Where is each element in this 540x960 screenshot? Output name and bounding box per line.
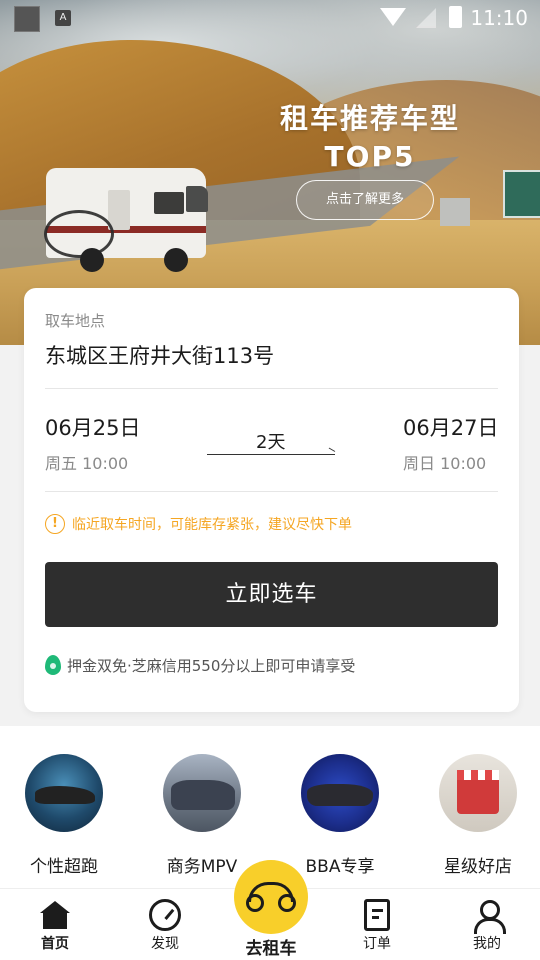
divider [45, 388, 498, 389]
select-car-button[interactable]: 立即选车 [45, 562, 498, 627]
learn-more-button[interactable]: 点击了解更多 [296, 180, 434, 220]
home-icon [39, 899, 71, 931]
stock-warning: ! 临近取车时间，可能库存紧张，建议尽快下单 [45, 514, 352, 534]
category-label: BBA专享 [305, 857, 375, 877]
pickup-label: 取车地点 [45, 312, 106, 330]
category-label: 星级好店 [444, 857, 512, 877]
category-bba[interactable]: BBA专享 [285, 754, 395, 877]
status-time: 11:10 [470, 6, 528, 30]
nav-label: 我的 [473, 936, 501, 952]
category-star-store[interactable]: 星级好店 [423, 754, 533, 877]
booking-card: 取车地点 东城区王府井大街113号 06月25日 周五 10:00 2天 06月… [24, 288, 519, 712]
luxury-car-icon [301, 754, 379, 832]
compass-icon [149, 899, 181, 931]
order-icon [364, 899, 390, 931]
arrow-right-icon [207, 454, 335, 455]
nav-profile[interactable]: 我的 [447, 899, 527, 953]
nav-discover[interactable]: 发现 [125, 899, 205, 953]
app-notification-icon [14, 6, 40, 32]
category-label: 商务MPV [166, 857, 238, 877]
start-date[interactable]: 06月25日 [45, 412, 140, 442]
wifi-icon [380, 8, 406, 26]
end-date[interactable]: 06月27日 [403, 412, 498, 442]
rental-duration: 2天 [256, 432, 286, 453]
rent-car-button[interactable] [234, 860, 308, 934]
nav-label: 发现 [151, 936, 179, 952]
pickup-address-field[interactable]: 东城区王府井大街113号 [45, 340, 274, 370]
nav-orders[interactable]: 订单 [337, 899, 417, 953]
app-home-screen: 租车推荐车型 TOP5 点击了解更多 A 11:10 取车地点 东城区王府井大街… [0, 0, 540, 960]
warning-text: 临近取车时间，可能库存紧张，建议尽快下单 [72, 517, 352, 533]
start-weekday-time[interactable]: 周五 10:00 [45, 450, 128, 474]
sesame-credit-icon [45, 655, 61, 675]
nav-home[interactable]: 首页 [15, 899, 95, 953]
deposit-free-notice[interactable]: 押金双免·芝麻信用550分以上即可申请享受 [45, 654, 355, 676]
rent-car-icon-right-eye [278, 894, 296, 912]
sports-car-icon [25, 754, 103, 832]
hero-title-line1: 租车推荐车型 [279, 102, 460, 135]
warning-icon: ! [45, 514, 65, 534]
hero-title: 租车推荐车型 TOP5 [270, 100, 470, 176]
status-bar: A 11:10 [0, 0, 540, 36]
profile-icon [471, 899, 506, 934]
signal-icon [416, 8, 436, 28]
hero-signpost [440, 198, 470, 226]
rent-car-label[interactable]: 去租车 [225, 934, 317, 959]
store-icon [439, 754, 517, 832]
rent-car-icon-left-eye [246, 894, 264, 912]
keyboard-icon: A [55, 10, 71, 26]
hero-title-line2: TOP5 [324, 140, 416, 173]
hero-road-sign [503, 170, 540, 218]
category-sports-car[interactable]: 个性超跑 [9, 754, 119, 877]
deposit-text: 押金双免·芝麻信用550分以上即可申请享受 [67, 656, 356, 675]
battery-icon [449, 6, 462, 28]
mpv-icon [163, 754, 241, 832]
category-label: 个性超跑 [30, 857, 98, 877]
category-business-mpv[interactable]: 商务MPV [147, 754, 257, 877]
nav-label: 首页 [41, 936, 69, 952]
end-weekday-time[interactable]: 周日 10:00 [403, 450, 486, 474]
hero-rv-image [44, 162, 216, 274]
divider [45, 491, 498, 492]
nav-label: 订单 [363, 936, 391, 952]
